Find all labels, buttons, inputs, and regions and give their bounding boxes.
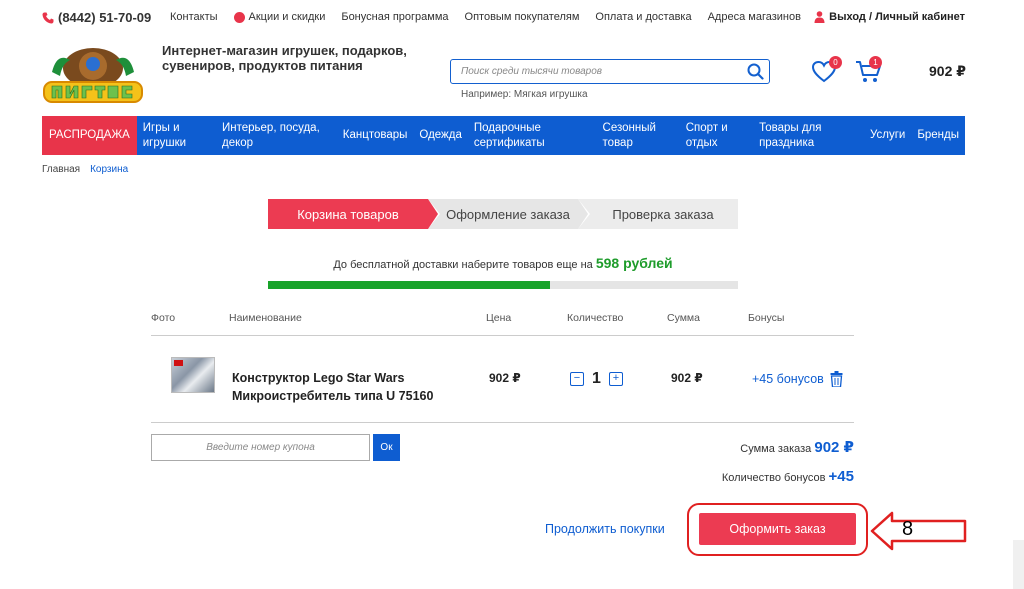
bonus-total-label: Количество бонусов bbox=[721, 472, 826, 484]
top-bar: (8442) 51-70-09 Контакты Акции и скидки … bbox=[0, 0, 1024, 34]
step-checkout-label: Оформление заказа bbox=[446, 206, 570, 222]
product-bonus-text: +45 бонусов bbox=[752, 372, 824, 386]
nav-item-holiday[interactable]: Товары для праздника bbox=[753, 121, 864, 151]
top-link-promotions[interactable]: Акции и скидки bbox=[233, 11, 325, 23]
product-sum: 902 ₽ bbox=[671, 371, 703, 385]
nav-item-gift-cards[interactable]: Подарочные сертификаты bbox=[468, 121, 597, 151]
checkout-steps: Корзина товаров Оформление заказа Провер… bbox=[268, 199, 738, 229]
product-name[interactable]: Конструктор Lego Star Wars Микроистребит… bbox=[232, 369, 462, 405]
cart-button[interactable]: 1 bbox=[855, 56, 883, 84]
coupon-input[interactable]: Введите номер купона bbox=[151, 434, 370, 461]
phone-text: (8442) 51-70-09 bbox=[58, 10, 152, 25]
cart-total[interactable]: 902 ₽ bbox=[929, 63, 966, 80]
search-box[interactable]: Поиск среди тысячи товаров bbox=[450, 59, 770, 84]
breadcrumb-current: Корзина bbox=[90, 164, 129, 175]
nav-item-brands[interactable]: Бренды bbox=[911, 128, 965, 143]
page-scrollbar[interactable] bbox=[1013, 540, 1024, 589]
top-link-wholesale[interactable]: Оптовым покупателям bbox=[465, 11, 580, 23]
table-row: Конструктор Lego Star Wars Микроистребит… bbox=[151, 337, 854, 423]
nav-item-stationery[interactable]: Канцтовары bbox=[337, 128, 414, 143]
quantity-stepper: − 1 + bbox=[570, 370, 623, 388]
breadcrumb: Главная Корзина bbox=[42, 164, 128, 175]
user-icon bbox=[814, 11, 825, 23]
phone-icon bbox=[42, 12, 54, 23]
step-cart-label: Корзина товаров bbox=[297, 206, 399, 222]
col-bonus: Бонусы bbox=[748, 312, 785, 324]
col-photo: Фото bbox=[151, 312, 176, 324]
coupon-apply-button[interactable]: Ок bbox=[373, 434, 400, 461]
lego-logo bbox=[174, 360, 183, 366]
nav-item-seasonal[interactable]: Сезонный товар bbox=[597, 121, 680, 151]
search-hint: Например: Мягкая игрушка bbox=[461, 89, 588, 100]
bonus-total-value: +45 bbox=[828, 468, 854, 485]
col-name: Наименование bbox=[229, 312, 302, 324]
step-review-label: Проверка заказа bbox=[612, 206, 714, 222]
quantity-value: 1 bbox=[592, 370, 601, 387]
login-link[interactable]: Выход / Личный кабинет bbox=[814, 11, 965, 23]
phone-number[interactable]: (8442) 51-70-09 bbox=[42, 10, 151, 25]
top-link-stores[interactable]: Адреса магазинов bbox=[708, 11, 801, 23]
trash-icon[interactable] bbox=[830, 371, 843, 387]
nav-item-services[interactable]: Услуги bbox=[864, 128, 911, 143]
cart-count-badge: 1 bbox=[869, 56, 882, 69]
step-checkout[interactable]: Оформление заказа bbox=[428, 199, 590, 229]
free-shipping-text: До бесплатной доставки наберите товаров … bbox=[333, 259, 593, 271]
nav-item-sale[interactable]: РАСПРОДАЖА bbox=[42, 116, 137, 155]
annotation-arrow: 8 bbox=[870, 511, 968, 551]
top-link-payment[interactable]: Оплата и доставка bbox=[595, 11, 691, 23]
search-icon[interactable] bbox=[744, 61, 766, 83]
order-total-value: 902 ₽ bbox=[814, 439, 854, 456]
sale-icon bbox=[233, 11, 245, 23]
main-nav: РАСПРОДАЖА Игры и игрушки Интерьер, посу… bbox=[42, 116, 965, 155]
product-price: 902 ₽ bbox=[489, 371, 521, 385]
nav-item-sport[interactable]: Спорт и отдых bbox=[680, 121, 753, 151]
login-text: Выход / Личный кабинет bbox=[829, 11, 965, 23]
increase-qty-button[interactable]: + bbox=[608, 372, 623, 386]
top-link-bonus[interactable]: Бонусная программа bbox=[341, 11, 448, 23]
breadcrumb-home[interactable]: Главная bbox=[42, 164, 80, 175]
favorites-count-badge: 0 bbox=[829, 56, 842, 69]
order-total: Сумма заказа 902 ₽ bbox=[740, 438, 854, 456]
product-image[interactable] bbox=[171, 357, 215, 393]
nav-item-games-toys[interactable]: Игры и игрушки bbox=[137, 121, 216, 151]
col-price: Цена bbox=[486, 312, 512, 324]
free-shipping-progress-fill bbox=[268, 281, 550, 289]
decrease-qty-button[interactable]: − bbox=[570, 372, 584, 386]
top-link-contacts[interactable]: Контакты bbox=[170, 11, 218, 23]
step-cart[interactable]: Корзина товаров bbox=[268, 199, 440, 229]
favorites-button[interactable]: 0 bbox=[811, 56, 842, 84]
product-bonus: +45 бонусов bbox=[752, 371, 843, 387]
top-links: Контакты Акции и скидки Бонусная програм… bbox=[170, 11, 817, 23]
logo[interactable] bbox=[42, 42, 144, 106]
col-qty: Количество bbox=[567, 312, 624, 324]
free-shipping-notice: До бесплатной доставки наберите товаров … bbox=[268, 255, 738, 271]
free-shipping-amount: 598 рублей bbox=[595, 255, 673, 271]
annotation-step-number: 8 bbox=[902, 518, 914, 540]
free-shipping-progress bbox=[268, 281, 738, 289]
search-input[interactable]: Поиск среди тысячи товаров bbox=[451, 66, 744, 77]
nav-item-clothing[interactable]: Одежда bbox=[413, 128, 467, 143]
continue-shopping-link[interactable]: Продолжить покупки bbox=[545, 522, 665, 536]
cart-table-header: Фото Наименование Цена Количество Сумма … bbox=[151, 312, 854, 336]
bonus-total: Количество бонусов +45 bbox=[722, 468, 854, 485]
order-total-label: Сумма заказа bbox=[740, 443, 812, 455]
checkout-button[interactable]: Оформить заказ bbox=[699, 513, 856, 545]
nav-item-interior[interactable]: Интерьер, посуда, декор bbox=[216, 121, 337, 151]
store-tagline: Интернет-магазин игрушек, подарков, суве… bbox=[162, 43, 407, 73]
step-review[interactable]: Проверка заказа bbox=[578, 199, 738, 229]
col-sum: Сумма bbox=[667, 312, 700, 324]
